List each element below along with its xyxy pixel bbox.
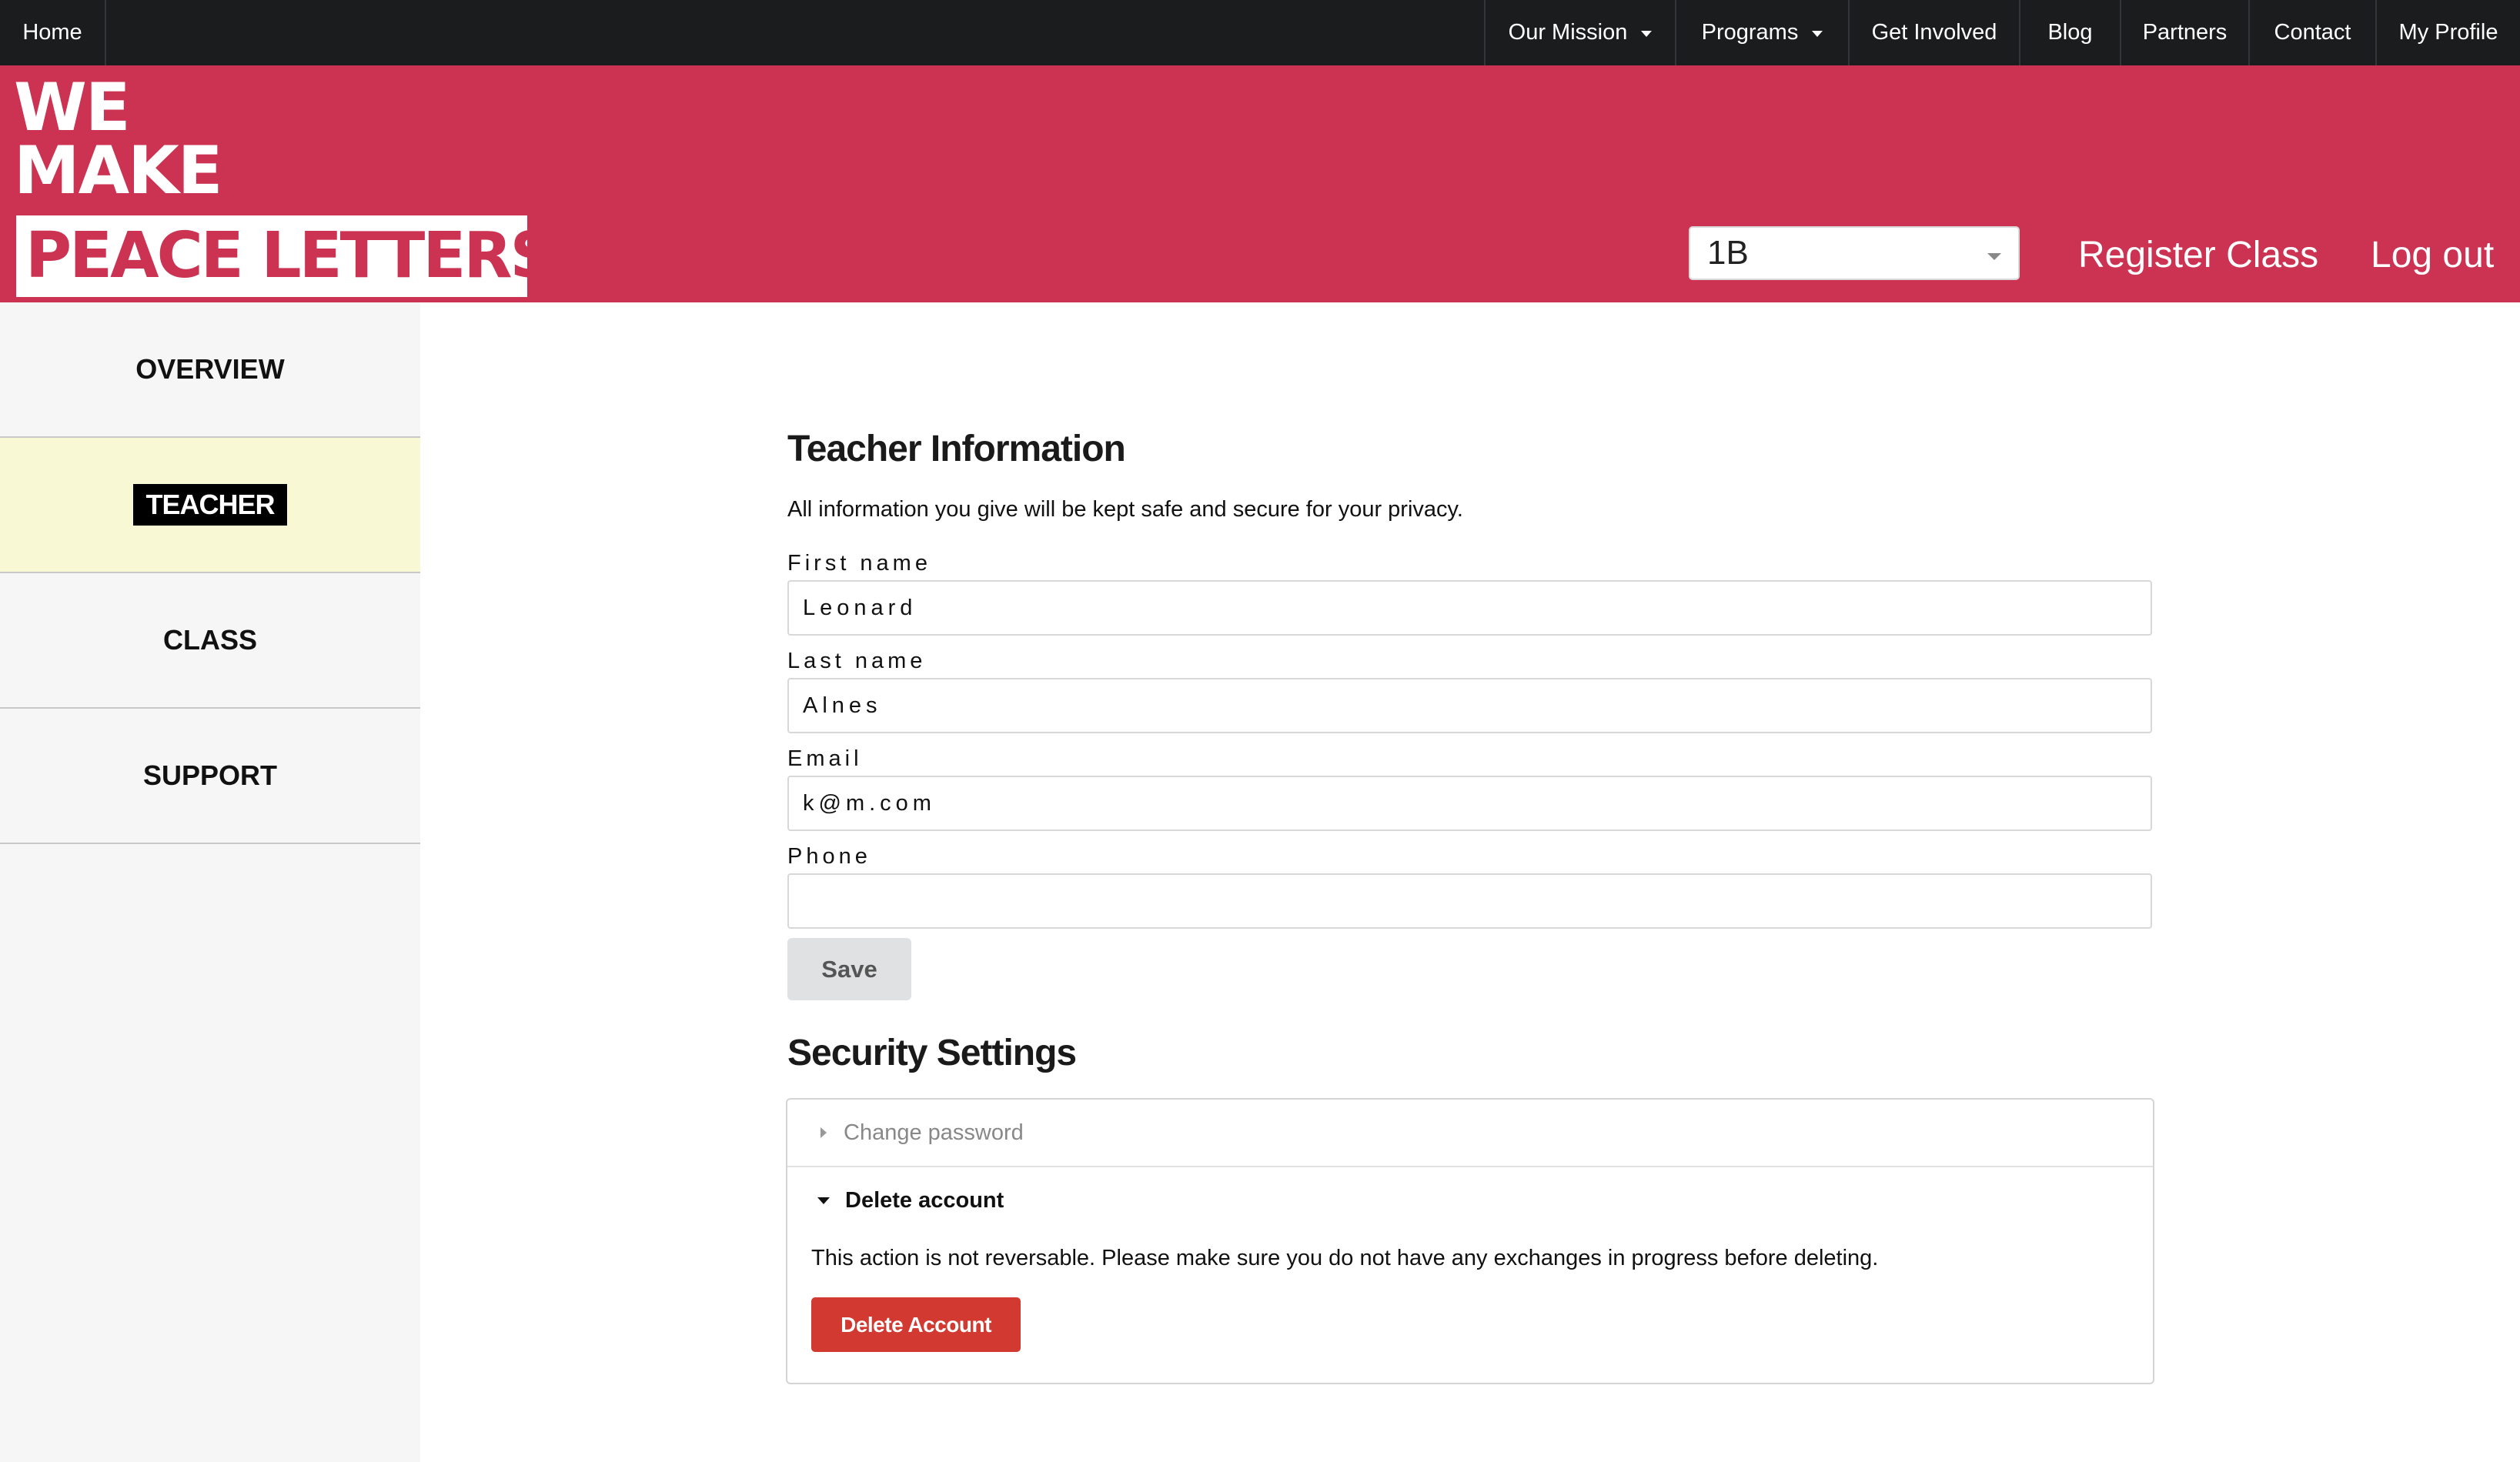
dropdown-arrow-icon	[1987, 253, 2001, 260]
nav-our-mission[interactable]: Our Mission	[1484, 0, 1675, 65]
delete-account-toggle[interactable]: Delete account	[787, 1167, 2153, 1233]
nav-my-profile[interactable]: My Profile	[2375, 0, 2520, 65]
nav-contact[interactable]: Contact	[2248, 0, 2375, 65]
site-header: WE MAKE PEACE LETTERS 1B Register Class …	[0, 65, 2520, 302]
delete-account-label: Delete account	[845, 1187, 1004, 1213]
nav-programs-label: Programs	[1701, 20, 1799, 45]
sidebar-item-class[interactable]: CLASS	[0, 573, 420, 709]
email-value: k@m.com	[803, 790, 936, 816]
class-select[interactable]: 1B	[1689, 226, 2020, 280]
class-select-value: 1B	[1707, 234, 1749, 272]
logo-line-we: WE	[14, 69, 131, 146]
delete-account-button[interactable]: Delete Account	[811, 1297, 1021, 1352]
register-class-link[interactable]: Register Class	[2078, 234, 2318, 276]
sidebar-item-support[interactable]: SUPPORT	[0, 709, 420, 844]
sidebar-item-label: CLASS	[162, 624, 257, 656]
delete-warning-text: This action is not reversable. Please ma…	[811, 1246, 1879, 1270]
nav-get-involved[interactable]: Get Involved	[1848, 0, 2019, 65]
email-label: Email	[787, 746, 863, 771]
security-accordion: Change password Delete account This acti…	[786, 1098, 2154, 1384]
logo-line-make: MAKE	[14, 132, 223, 209]
sidebar-item-label: TEACHER	[133, 484, 287, 526]
nav-partners[interactable]: Partners	[2120, 0, 2248, 65]
log-out-link[interactable]: Log out	[2371, 234, 2494, 276]
site-logo[interactable]: WE MAKE PEACE LETTERS	[14, 69, 556, 297]
sidebar-item-overview[interactable]: OVERVIEW	[0, 302, 420, 438]
email-field[interactable]: k@m.com	[787, 776, 2152, 831]
nav-blog[interactable]: Blog	[2019, 0, 2120, 65]
last-name-label: Last name	[787, 649, 927, 673]
caret-down-icon	[1812, 30, 1823, 37]
sidebar-item-teacher[interactable]: TEACHER	[0, 438, 420, 573]
nav-blog-label: Blog	[2047, 20, 2093, 45]
chevron-down-icon	[817, 1197, 830, 1204]
chevron-right-icon	[821, 1127, 827, 1138]
caret-down-icon	[1641, 30, 1653, 37]
top-nav-right: Our Mission Programs Get Involved Blog P…	[1484, 0, 2520, 65]
logo-line-peace-letters: PEACE LETTERS	[16, 215, 556, 297]
first-name-field[interactable]: Leonard	[787, 580, 2152, 636]
nav-programs[interactable]: Programs	[1675, 0, 1848, 65]
last-name-value: Alnes	[803, 693, 882, 718]
nav-my-profile-label: My Profile	[2398, 20, 2498, 45]
privacy-note: All information you give will be kept sa…	[787, 497, 1463, 522]
change-password-toggle[interactable]: Change password	[787, 1100, 2153, 1166]
phone-field[interactable]	[787, 873, 2152, 929]
sidebar: OVERVIEW TEACHER CLASS SUPPORT	[0, 302, 420, 1462]
nav-partners-label: Partners	[2142, 20, 2228, 45]
first-name-label: First name	[787, 551, 931, 576]
nav-home-link[interactable]: Home	[0, 0, 106, 65]
sidebar-item-label: OVERVIEW	[135, 353, 285, 385]
teacher-information-heading: Teacher Information	[787, 429, 1126, 469]
sidebar-item-label: SUPPORT	[142, 759, 278, 791]
last-name-field[interactable]: Alnes	[787, 678, 2152, 733]
nav-contact-label: Contact	[2274, 20, 2351, 45]
first-name-value: Leonard	[803, 595, 917, 620]
nav-our-mission-label: Our Mission	[1508, 20, 1628, 45]
change-password-label: Change password	[844, 1120, 1024, 1145]
save-button[interactable]: Save	[787, 938, 911, 1000]
security-settings-heading: Security Settings	[787, 1033, 1077, 1073]
nav-get-involved-label: Get Involved	[1871, 20, 1997, 45]
top-navigation-bar: Home Our Mission Programs Get Involved B…	[0, 0, 2520, 65]
phone-label: Phone	[787, 844, 871, 869]
